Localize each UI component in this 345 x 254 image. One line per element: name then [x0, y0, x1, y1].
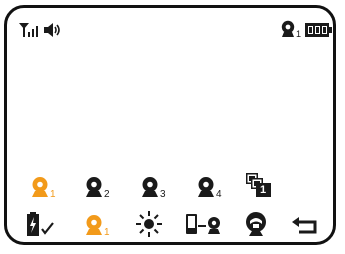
multi-camera-scan-icon [246, 173, 271, 197]
camera-1-button[interactable]: 1 [29, 176, 59, 202]
camera-3-button[interactable]: 3 [139, 176, 169, 202]
camera-icon [86, 177, 102, 197]
camera-number-label: 1 [104, 227, 110, 238]
camera-icon [142, 177, 158, 197]
camera-number-label: 2 [104, 189, 110, 200]
signal-antenna-icon [19, 23, 38, 37]
battery-charge-check-icon[interactable] [25, 212, 57, 238]
camera-number-label: 3 [160, 189, 166, 200]
device-screen: 1 1 2 3 4 1 1 [4, 5, 336, 245]
status-camera-indicator: 1 [279, 20, 303, 40]
camera-number-label: 1 [260, 184, 267, 196]
camera-icon [86, 215, 102, 235]
camera-2-button[interactable]: 2 [83, 176, 113, 202]
battery-icon [305, 23, 332, 37]
camera-icon [32, 177, 48, 197]
camera-1-selection[interactable]: 1 [83, 214, 113, 240]
camera-icon [281, 20, 295, 37]
headset-talk-icon[interactable] [243, 210, 269, 238]
speaker-volume-icon [44, 23, 60, 37]
camera-number-label: 4 [216, 189, 222, 200]
pair-camera-icon[interactable] [185, 212, 225, 236]
multi-camera-scan-button[interactable]: 1 [245, 172, 275, 200]
back-return-icon[interactable] [291, 216, 319, 236]
camera-number-label: 1 [296, 29, 302, 39]
camera-number-label: 1 [50, 189, 56, 200]
camera-icon [198, 177, 214, 197]
brightness-icon[interactable] [135, 210, 163, 238]
camera-4-button[interactable]: 4 [195, 176, 225, 202]
